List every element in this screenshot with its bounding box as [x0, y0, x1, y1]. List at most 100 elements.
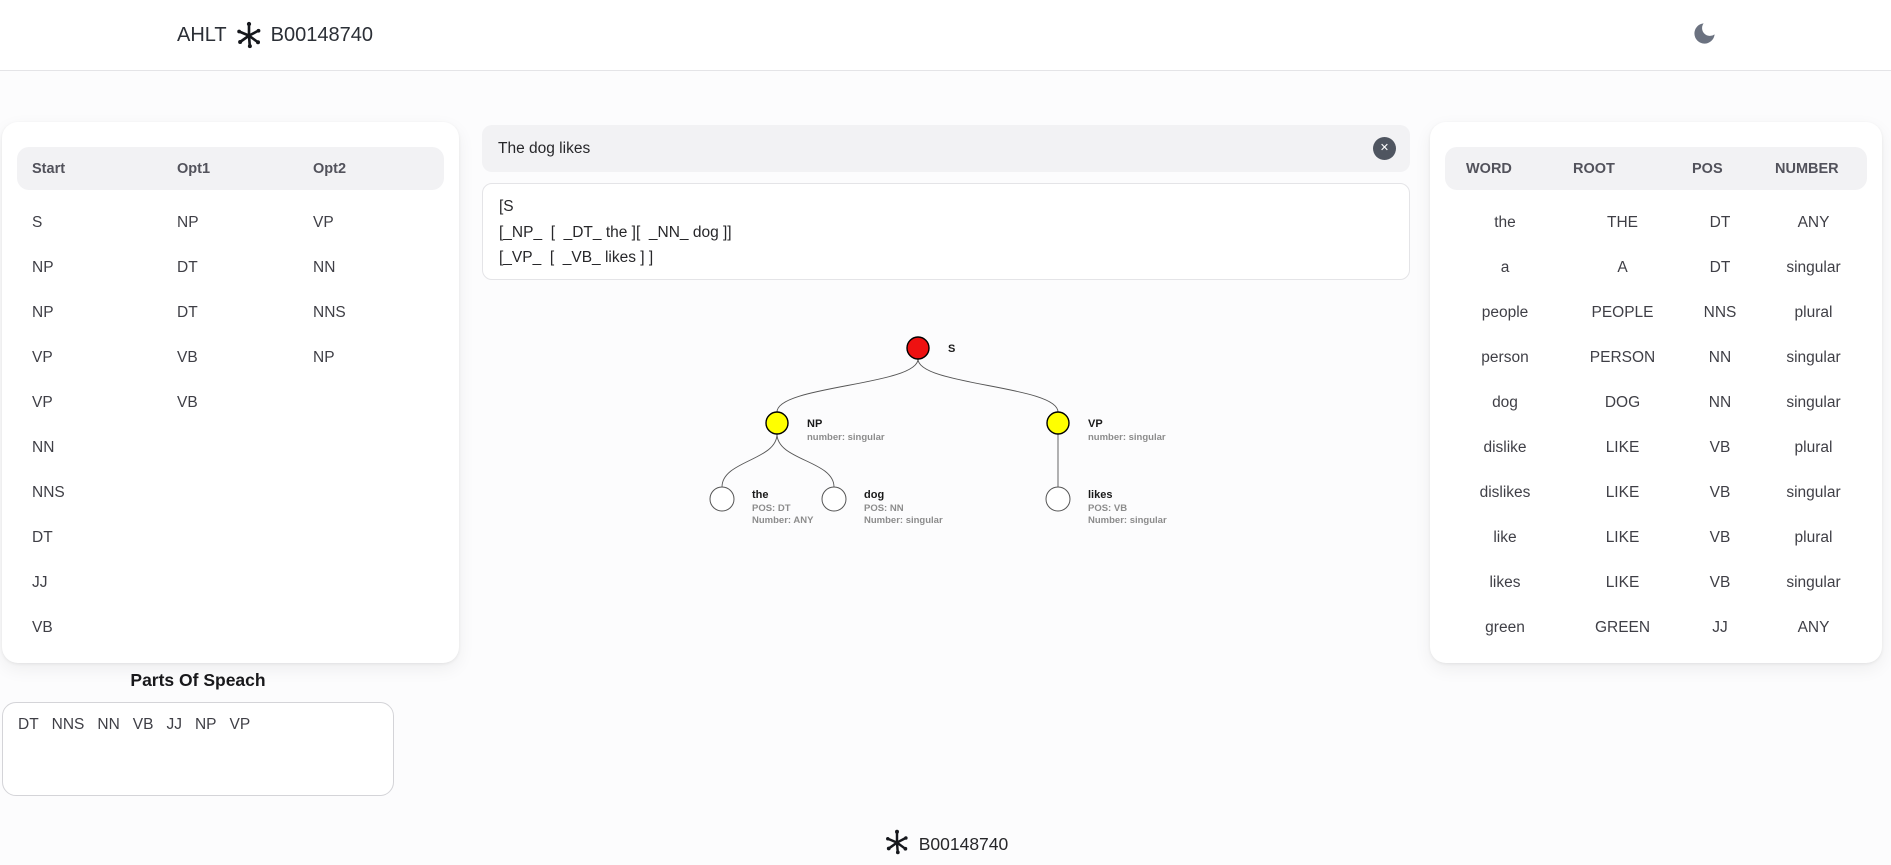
table-row: theTHEDTANY	[1445, 200, 1867, 245]
tree-node-label: likes	[1088, 489, 1112, 501]
tree-node-attribute: POS: NN	[864, 503, 904, 514]
cell: DT	[1680, 259, 1760, 277]
pos-tag: JJ	[166, 716, 182, 734]
table-row: dislikesLIKEVBsingular	[1445, 470, 1867, 515]
table-row: NNS	[17, 470, 444, 515]
tree-node-label: NP	[807, 418, 822, 430]
cell: NP	[32, 259, 177, 277]
table-row: aADTsingular	[1445, 245, 1867, 290]
tree-node-attribute: POS: VB	[1088, 503, 1127, 514]
lexicon-card: WORDROOTPOSNUMBER theTHEDTANYaADTsingula…	[1430, 122, 1882, 663]
cell: VB	[1680, 484, 1760, 502]
cell: VB	[1680, 529, 1760, 547]
table-row: NN	[17, 425, 444, 470]
tree-node-label: VP	[1088, 418, 1103, 430]
brand: AHLT B00148740	[177, 0, 373, 70]
tree-edge-S-VP	[918, 359, 1058, 412]
column-header: ROOT	[1565, 161, 1680, 177]
lexicon-table-body: theTHEDTANYaADTsingularpeoplePEOPLENNSpl…	[1445, 200, 1867, 650]
cell: DT	[177, 259, 313, 277]
cell: people	[1445, 304, 1565, 322]
cell: VP	[32, 349, 177, 367]
cell: DT	[177, 304, 313, 322]
table-row: dislikeLIKEVBplural	[1445, 425, 1867, 470]
parse-tree: SNPnumber: singularVPnumber: singularthe…	[482, 325, 1412, 540]
cell: JJ	[1680, 619, 1760, 637]
cell: LIKE	[1565, 439, 1680, 457]
sentence-input[interactable]	[482, 125, 1410, 172]
cell: NP	[177, 214, 313, 232]
cell: plural	[1760, 304, 1867, 322]
cell: VB	[32, 619, 177, 637]
cell: plural	[1760, 529, 1867, 547]
lexicon-table-header: WORDROOTPOSNUMBER	[1445, 147, 1867, 190]
column-header: Opt2	[313, 161, 444, 177]
cell: A	[1565, 259, 1680, 277]
parse-output: [S[_NP_ [ _DT_ the ][ _NN_ dog ]][_VP_ […	[482, 183, 1410, 280]
cell: PERSON	[1565, 349, 1680, 367]
cell: singular	[1760, 574, 1867, 592]
page: AHLT B00148740 StartOpt1	[0, 0, 1891, 865]
cell: green	[1445, 619, 1565, 637]
pos-tag: DT	[18, 716, 39, 734]
column-header: Opt1	[177, 161, 313, 177]
cell: VP	[313, 214, 444, 232]
table-row: SNPVP	[17, 200, 444, 245]
cell: NN	[1680, 349, 1760, 367]
dark-mode-toggle[interactable]	[1688, 19, 1720, 51]
clear-input-button[interactable]: ✕	[1373, 137, 1396, 160]
cell: NP	[32, 304, 177, 322]
tree-node-circle	[907, 337, 929, 359]
table-row: NPDTNNS	[17, 290, 444, 335]
tree-node-attribute: Number: singular	[864, 515, 943, 526]
tree-node-circle	[1046, 487, 1070, 511]
cell: likes	[1445, 574, 1565, 592]
pos-tags: DTNNSNNVBJJNPVP	[18, 716, 378, 734]
pos-tag: VB	[133, 716, 154, 734]
cell: NP	[313, 349, 444, 367]
tree-node-label: dog	[864, 489, 884, 501]
column-header: WORD	[1445, 161, 1565, 177]
cell: singular	[1760, 259, 1867, 277]
student-id: B00148740	[271, 24, 373, 47]
footer-student-id: B00148740	[919, 834, 1009, 855]
table-row: VPVB	[17, 380, 444, 425]
pos-tag: NN	[97, 716, 119, 734]
cell: singular	[1760, 394, 1867, 412]
cell: a	[1445, 259, 1565, 277]
pos-tags-box: DTNNSNNVBJJNPVP	[2, 702, 394, 796]
grammar-rules-card: StartOpt1Opt2 SNPVPNPDTNNNPDTNNSVPVBNPVP…	[2, 122, 459, 663]
tree-node-circle	[1047, 412, 1069, 434]
cell: DT	[32, 529, 177, 547]
table-row: likesLIKEVBsingular	[1445, 560, 1867, 605]
cell: NN	[32, 439, 177, 457]
cell: DOG	[1565, 394, 1680, 412]
cell: like	[1445, 529, 1565, 547]
tree-node-attribute: POS: DT	[752, 503, 791, 514]
table-row: DT	[17, 515, 444, 560]
cell: dislikes	[1445, 484, 1565, 502]
close-icon: ✕	[1380, 137, 1389, 160]
tree-node-dog: dog POS: NNNumber: singular	[822, 487, 943, 526]
column-header: NUMBER	[1760, 161, 1867, 177]
table-row: VPVBNP	[17, 335, 444, 380]
pos-tag: VP	[230, 716, 251, 734]
tree-node-the: thePOS: DTNumber: ANY	[710, 487, 814, 526]
cell: NNS	[1680, 304, 1760, 322]
cell: VB	[177, 394, 313, 412]
footer-asterisk-logo-icon	[883, 828, 911, 861]
table-row: VB	[17, 605, 444, 650]
cell: VB	[177, 349, 313, 367]
pos-tag: NNS	[52, 716, 85, 734]
tree-node-label: the	[752, 489, 769, 501]
asterisk-logo-icon	[234, 20, 264, 50]
cell: dog	[1445, 394, 1565, 412]
pos-section-title: Parts Of Speach	[2, 670, 394, 691]
cell: VB	[1680, 574, 1760, 592]
table-row: likeLIKEVBplural	[1445, 515, 1867, 560]
cell: NNS	[313, 304, 444, 322]
cell: THE	[1565, 214, 1680, 232]
cell: ANY	[1760, 214, 1867, 232]
cell: PEOPLE	[1565, 304, 1680, 322]
cell: singular	[1760, 484, 1867, 502]
